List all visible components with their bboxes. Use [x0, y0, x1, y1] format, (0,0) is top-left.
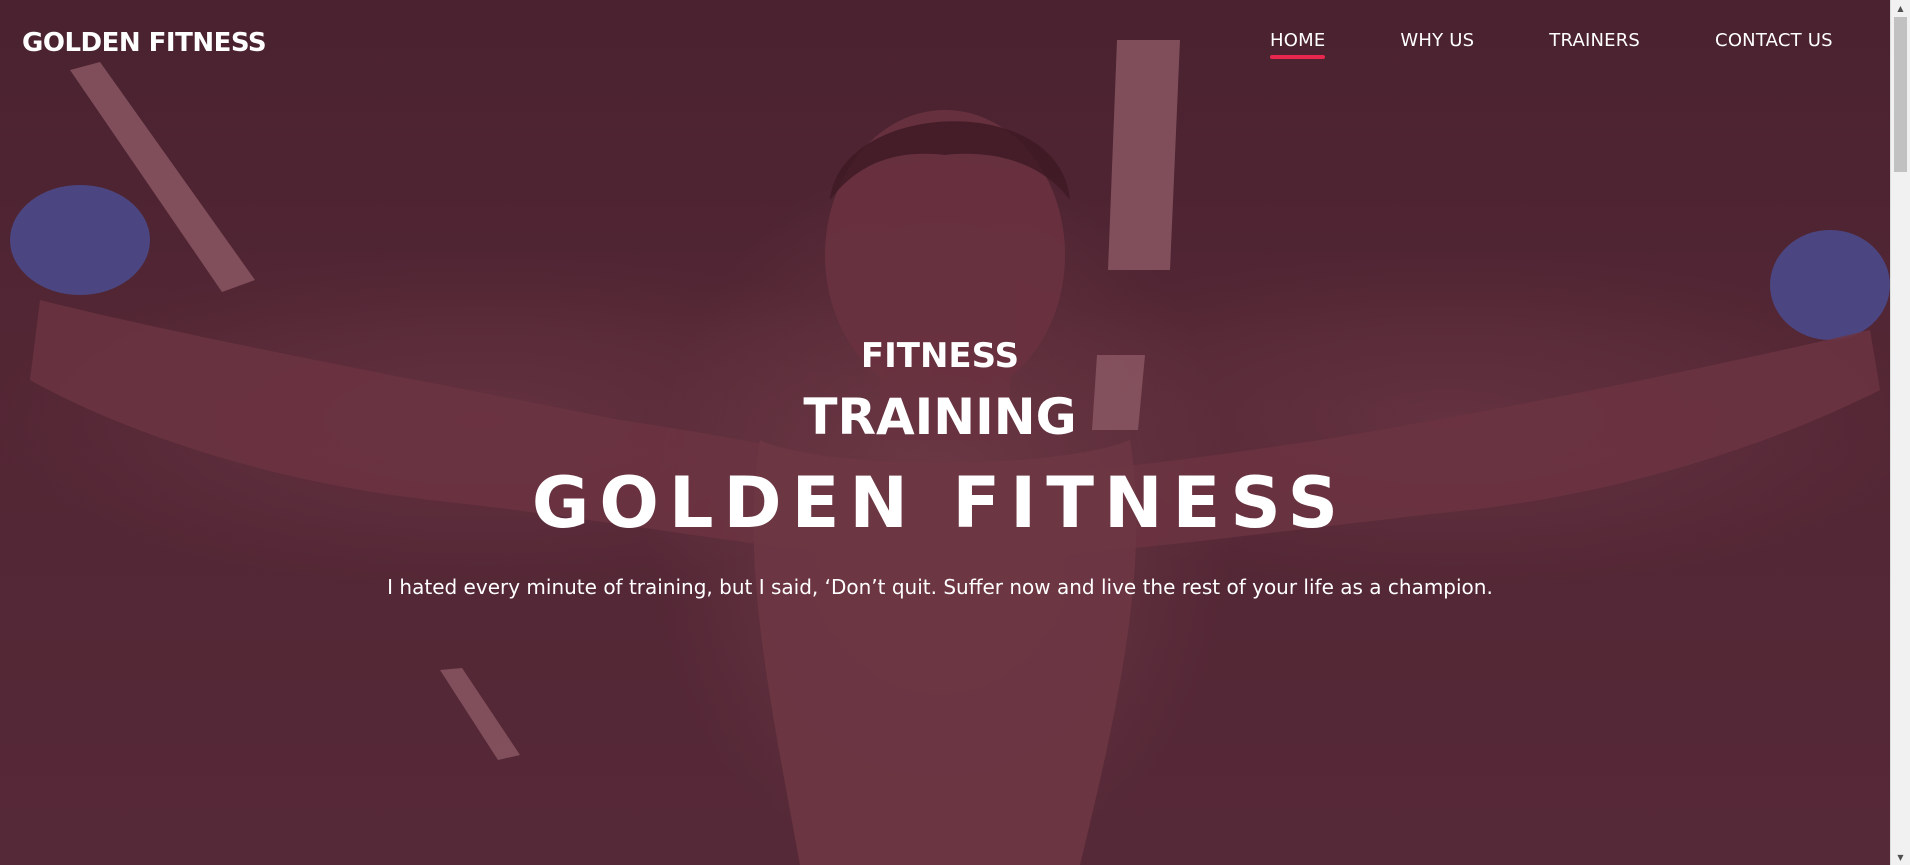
- scroll-up-icon[interactable]: ▲: [1891, 0, 1910, 16]
- page: GOLDEN FITNESS HOME WHY US TRAINERS CONT…: [0, 0, 1910, 865]
- hero-quote: I hated every minute of training, but I …: [387, 575, 1493, 599]
- scroll-thumb[interactable]: [1894, 17, 1907, 172]
- nav-item-contact-us[interactable]: CONTACT US: [1715, 30, 1833, 57]
- brand-logo[interactable]: GOLDEN FITNESS: [22, 28, 267, 58]
- hero-section: GOLDEN FITNESS HOME WHY US TRAINERS CONT…: [0, 0, 1890, 865]
- nav-item-home[interactable]: HOME: [1270, 30, 1326, 59]
- vertical-scrollbar[interactable]: ▲ ▼: [1890, 0, 1910, 865]
- hero-kicker: FITNESS: [860, 336, 1020, 376]
- hero-subhead: TRAINING: [803, 388, 1077, 446]
- main-nav: HOME WHY US TRAINERS CONTACT US: [1270, 30, 1833, 59]
- nav-item-why-us[interactable]: WHY US: [1400, 30, 1474, 57]
- hero-headline: GOLDEN FITNESS: [531, 462, 1349, 544]
- nav-item-trainers[interactable]: TRAINERS: [1549, 30, 1640, 57]
- scroll-down-icon[interactable]: ▼: [1891, 849, 1910, 865]
